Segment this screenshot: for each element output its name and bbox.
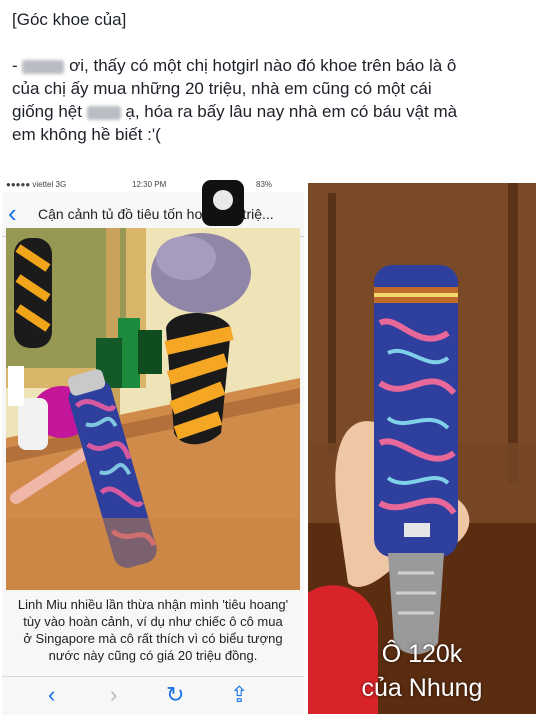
- umbrella-photo: [308, 183, 536, 714]
- back-chevron-icon[interactable]: ‹: [8, 200, 17, 226]
- safari-toolbar: ‹ › ↻ ⇪: [2, 676, 304, 715]
- article-photo: [6, 228, 300, 590]
- caption-line: tùy vào hoàn cảnh, ví dụ như chiếc ô cô …: [23, 614, 283, 629]
- caption-line: Linh Miu nhiều lần thừa nhận mình 'tiêu …: [17, 597, 289, 612]
- post-line: giống hệt ạ, hóa ra bấy lâu nay nhà em c…: [12, 102, 458, 121]
- status-time: 12:30 PM: [132, 180, 167, 189]
- caption-line: nước này cũng có giá 20 triệu đồng.: [48, 648, 258, 663]
- blurred-name: [22, 59, 65, 74]
- post-heading: [Góc khoe của]: [12, 10, 127, 29]
- status-carrier: ●●●●● viettel 3G: [6, 180, 67, 189]
- blurred-name: [86, 105, 121, 120]
- price-caption: Ô 120k: [381, 640, 463, 668]
- post-line: của chị ấy mua những 20 triệu, nhà em cũ…: [12, 79, 432, 98]
- post-line: - ơi, thấy có một chị hotgirl nào đó kho…: [12, 56, 457, 75]
- owner-caption: của Nhung: [361, 674, 483, 702]
- back-icon[interactable]: ‹: [48, 683, 55, 707]
- post-text: [Góc khoe của] - ơi, thấy có một chị hot…: [12, 8, 532, 146]
- reload-icon[interactable]: ↻: [166, 683, 184, 707]
- share-icon[interactable]: ⇪: [230, 683, 248, 707]
- assistive-touch-icon[interactable]: [202, 180, 244, 226]
- status-battery: 83%: [256, 180, 273, 189]
- status-bar: ●●●●● viettel 3G 12:30 PM 83%: [2, 178, 304, 192]
- post-line: em không hề biết :'(: [12, 125, 161, 144]
- article-caption: Linh Miu nhiều lần thừa nhận mình 'tiêu …: [4, 596, 302, 664]
- caption-line: ở Singapore mà cô rất thích vì có biểu t…: [23, 631, 283, 646]
- forward-icon[interactable]: ›: [110, 683, 117, 707]
